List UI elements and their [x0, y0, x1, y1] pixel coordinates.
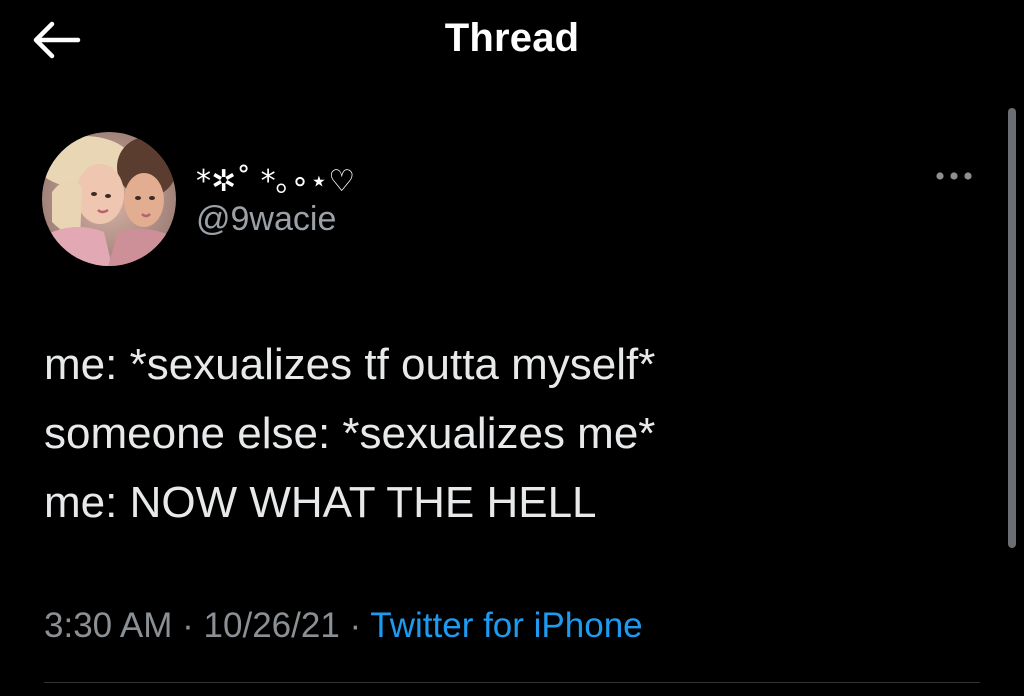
divider — [44, 682, 980, 683]
tweet-text: me: *sexualizes tf outta myself* someone… — [44, 330, 974, 537]
user-handle[interactable]: @9wacie — [196, 200, 336, 239]
more-options-button[interactable] — [928, 160, 980, 192]
more-horizontal-icon — [936, 172, 972, 180]
separator: · — [349, 606, 362, 645]
source-link[interactable]: Twitter for iPhone — [370, 606, 642, 645]
separator: · — [182, 606, 194, 645]
tweet-metadata: 3:30 AM · 10/26/21 · Twitter for iPhone — [44, 606, 643, 646]
tweet-time[interactable]: 3:30 AM — [44, 606, 172, 645]
tweet-line: me: NOW WHAT THE HELL — [44, 478, 597, 527]
top-bar: Thread — [0, 0, 1024, 84]
tweet: *✲˚ *｡∘⋆♡ @9wacie me: *sexualizes tf out… — [0, 84, 1024, 696]
display-name[interactable]: *✲˚ *｡∘⋆♡ — [196, 156, 355, 200]
tweet-line: someone else: *sexualizes me* — [44, 409, 656, 458]
tweet-line: me: *sexualizes tf outta myself* — [44, 340, 656, 389]
tweet-date[interactable]: 10/26/21 — [204, 606, 340, 645]
avatar-image — [42, 132, 176, 266]
scrollbar[interactable] — [1008, 108, 1016, 548]
page-title: Thread — [444, 16, 580, 60]
avatar[interactable] — [42, 132, 176, 266]
